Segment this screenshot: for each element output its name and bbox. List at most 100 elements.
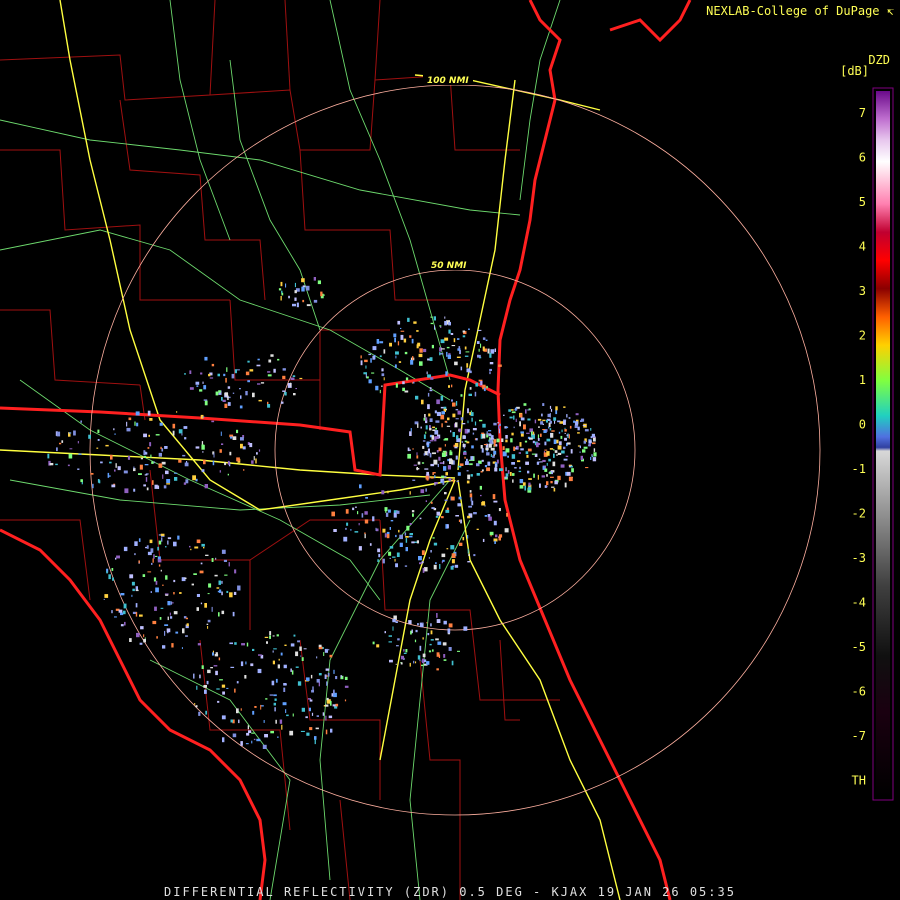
radar-echo-pixel (167, 537, 172, 540)
radar-echo-pixel (145, 477, 148, 482)
radar-echo-pixel (546, 486, 548, 488)
radar-echo-pixel (553, 449, 555, 451)
radar-echo-pixel (392, 626, 394, 631)
radar-echo-pixel (157, 546, 159, 551)
radar-echo-pixel (123, 603, 127, 609)
radar-echo-pixel (428, 413, 431, 417)
radar-echo-pixel (114, 433, 116, 435)
radar-echo-pixel (61, 440, 64, 443)
cod-logo-icon: ↸ (886, 4, 894, 18)
radar-echo-pixel (381, 490, 385, 495)
radar-echo-pixel (103, 598, 105, 600)
radar-echo-pixel (384, 533, 387, 538)
radar-echo-pixel (295, 651, 299, 657)
radar-echo-pixel (409, 335, 412, 338)
radar-echo-pixel (159, 422, 163, 426)
radar-echo-pixel (551, 486, 555, 488)
credit-label: NEXLAB-College of DuPage ↸ (706, 4, 894, 18)
radar-echo-pixel (454, 564, 459, 568)
radar-echo-pixel (460, 417, 464, 421)
radar-echo-pixel (252, 648, 255, 651)
radar-echo-pixel (590, 428, 592, 431)
radar-echo-pixel (430, 550, 432, 553)
radar-echo-pixel (280, 401, 284, 404)
radar-echo-pixel (213, 452, 215, 458)
radar-echo-pixel (583, 446, 588, 449)
radar-echo-pixel (222, 691, 225, 695)
radar-echo-pixel (439, 462, 444, 464)
radar-echo-pixel (394, 337, 396, 343)
radar-echo-pixel (306, 304, 311, 307)
radar-echo-pixel (176, 411, 178, 413)
radar-echo-pixel (438, 447, 442, 452)
radar-echo-pixel (566, 471, 571, 476)
radar-echo-pixel (443, 659, 447, 661)
radar-echo-pixel (411, 338, 414, 344)
radar-echo-pixel (283, 664, 287, 669)
radar-echo-pixel (436, 613, 438, 618)
radar-echo-pixel (486, 467, 490, 472)
radar-echo-pixel (193, 673, 195, 679)
radar-echo-pixel (440, 395, 444, 401)
radar-echo-pixel (560, 464, 565, 468)
radar-echo-pixel (381, 373, 385, 377)
radar-echo-pixel (428, 650, 432, 653)
radar-echo-pixel (224, 574, 228, 576)
radar-echo-pixel (151, 562, 153, 565)
radar-echo-pixel (376, 644, 380, 648)
radar-echo-pixel (459, 542, 463, 546)
radar-echo-pixel (335, 703, 339, 707)
radar-echo-pixel (344, 699, 347, 702)
radar-echo-pixel (282, 375, 286, 380)
radar-echo-pixel (205, 710, 207, 715)
radar-echo-pixel (476, 341, 480, 344)
radar-echo-pixel (49, 463, 54, 466)
radar-echo-pixel (278, 658, 280, 661)
radar-echo-pixel (191, 583, 194, 586)
radar-echo-pixel (174, 472, 178, 474)
radar-echo-pixel (221, 610, 225, 615)
radar-echo-pixel (147, 410, 151, 416)
radar-echo-pixel (273, 368, 276, 373)
radar-echo-pixel (509, 472, 512, 476)
radar-echo-pixel (527, 470, 530, 474)
radar-echo-pixel (385, 512, 389, 517)
radar-echo-pixel (542, 466, 545, 470)
radar-echo-pixel (236, 429, 239, 434)
radar-echo-pixel (230, 666, 235, 668)
radar-echo-pixel (421, 664, 424, 667)
radar-echo-pixel (269, 635, 271, 639)
radar-echo-pixel (441, 348, 445, 350)
radar-echo-pixel (428, 557, 430, 559)
radar-echo-pixel (264, 734, 268, 738)
radar-echo-pixel (269, 694, 274, 696)
radar-echo-pixel (566, 434, 569, 437)
radar-echo-pixel (152, 558, 154, 563)
radar-echo-pixel (529, 437, 533, 440)
radar-echo-pixel (256, 452, 258, 455)
radar-echo-pixel (482, 433, 486, 439)
radar-echo-pixel (393, 333, 397, 338)
radar-echo-pixel (155, 580, 158, 585)
radar-echo-pixel (139, 642, 143, 645)
radar-echo-pixel (144, 637, 146, 639)
radar-echo-pixel (451, 496, 455, 501)
radar-echo-pixel (158, 540, 162, 545)
radar-echo-pixel (560, 435, 563, 439)
radar-echo-pixel (490, 447, 495, 451)
radar-echo-pixel (538, 458, 541, 460)
radar-echo-pixel (502, 446, 505, 450)
radar-echo-pixel (172, 430, 175, 436)
radar-echo-pixel (354, 531, 359, 533)
radar-echo-pixel (47, 453, 50, 459)
radar-echo-pixel (193, 573, 197, 575)
radar-echo-pixel (139, 614, 143, 617)
radar-echo-pixel (379, 389, 381, 394)
radar-echo-pixel (160, 569, 162, 572)
radar-echo-pixel (517, 460, 521, 463)
radar-echo-pixel (489, 352, 492, 358)
radar-echo-pixel (433, 459, 438, 465)
radar-echo-pixel (309, 727, 313, 731)
radar-echo-pixel (506, 513, 508, 517)
radar-echo-pixel (204, 689, 207, 694)
